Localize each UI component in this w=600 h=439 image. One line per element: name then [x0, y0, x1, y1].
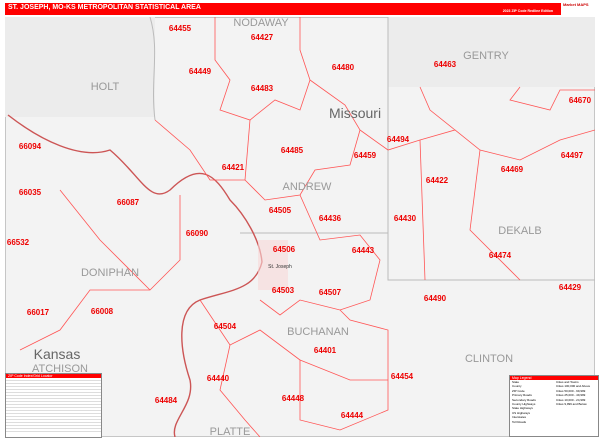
zip-label: 64401 [314, 346, 337, 355]
zip-index-table: ZIP Code Index/Grid Locator [5, 373, 102, 438]
zip-label: 64507 [319, 288, 342, 297]
zip-label: 66094 [19, 142, 42, 151]
county-label: DONIPHAN [81, 267, 139, 279]
zip-label: 64429 [559, 283, 582, 292]
zip-label: 64430 [394, 214, 417, 223]
zip-label: 64463 [434, 60, 457, 69]
county-label: ANDREW [283, 181, 333, 193]
zip-label: 64444 [341, 411, 364, 420]
zip-label: 64494 [387, 135, 410, 144]
zip-label: 64506 [273, 245, 296, 254]
zip-label: 66090 [186, 229, 209, 238]
brand-logo: Market MAPS [563, 2, 589, 7]
zip-label: 64469 [501, 165, 524, 174]
zip-label: 64480 [332, 63, 355, 72]
county-label: NODAWAY [233, 17, 289, 29]
county-label: GENTRY [463, 50, 509, 62]
county-label: BUCHANAN [287, 326, 349, 338]
state-label-missouri: Missouri [329, 105, 381, 121]
county-label: CLINTON [465, 353, 513, 365]
zip-label: 64503 [272, 286, 295, 295]
zip-label: 64459 [354, 151, 377, 160]
zip-label: 66532 [7, 238, 30, 247]
zip-label: 64474 [489, 251, 512, 260]
zip-label: 66035 [19, 188, 42, 197]
county-label: HOLT [91, 81, 120, 93]
zip-label: 64484 [155, 396, 178, 405]
zip-label: 64455 [169, 24, 192, 33]
zip-label: 64504 [214, 322, 237, 331]
zip-label: 64422 [426, 176, 449, 185]
zip-label: 64497 [561, 151, 584, 160]
zip-label: 64448 [282, 394, 305, 403]
county-label: DEKALB [498, 225, 541, 237]
county-label: PLATTE [210, 426, 251, 437]
map-legend: Map Legend State County ZIP Code Primary… [509, 375, 599, 437]
zip-label: 64483 [251, 84, 274, 93]
zip-label: 64449 [189, 67, 212, 76]
zip-label: 64427 [251, 33, 274, 42]
zip-label: 64485 [281, 146, 304, 155]
zip-label: 66087 [117, 198, 140, 207]
map-title: ST. JOSEPH, MO-KS METROPOLITAN STATISTIC… [8, 4, 201, 11]
state-label-kansas: Kansas [34, 346, 81, 362]
edition-label: 2023 ZIP Code Redline Edition [502, 9, 553, 13]
zip-label: 64505 [269, 206, 292, 215]
zip-label: 64443 [352, 246, 375, 255]
zip-label: 64440 [207, 374, 230, 383]
zip-label: 64436 [319, 214, 342, 223]
zip-label: 64670 [569, 96, 592, 105]
title-bar: ST. JOSEPH, MO-KS METROPOLITAN STATISTIC… [5, 3, 561, 15]
zip-label: 66017 [27, 308, 50, 317]
legend-pop-item: Cities 9,999 and Below [556, 401, 587, 406]
zip-label: 64421 [222, 163, 245, 172]
zip-label: 64490 [424, 294, 447, 303]
zip-label: 66008 [91, 307, 114, 316]
legend-item: Toll Roads [512, 419, 527, 424]
city-label: St. Joseph [268, 264, 292, 270]
zip-label: 64454 [391, 372, 414, 381]
